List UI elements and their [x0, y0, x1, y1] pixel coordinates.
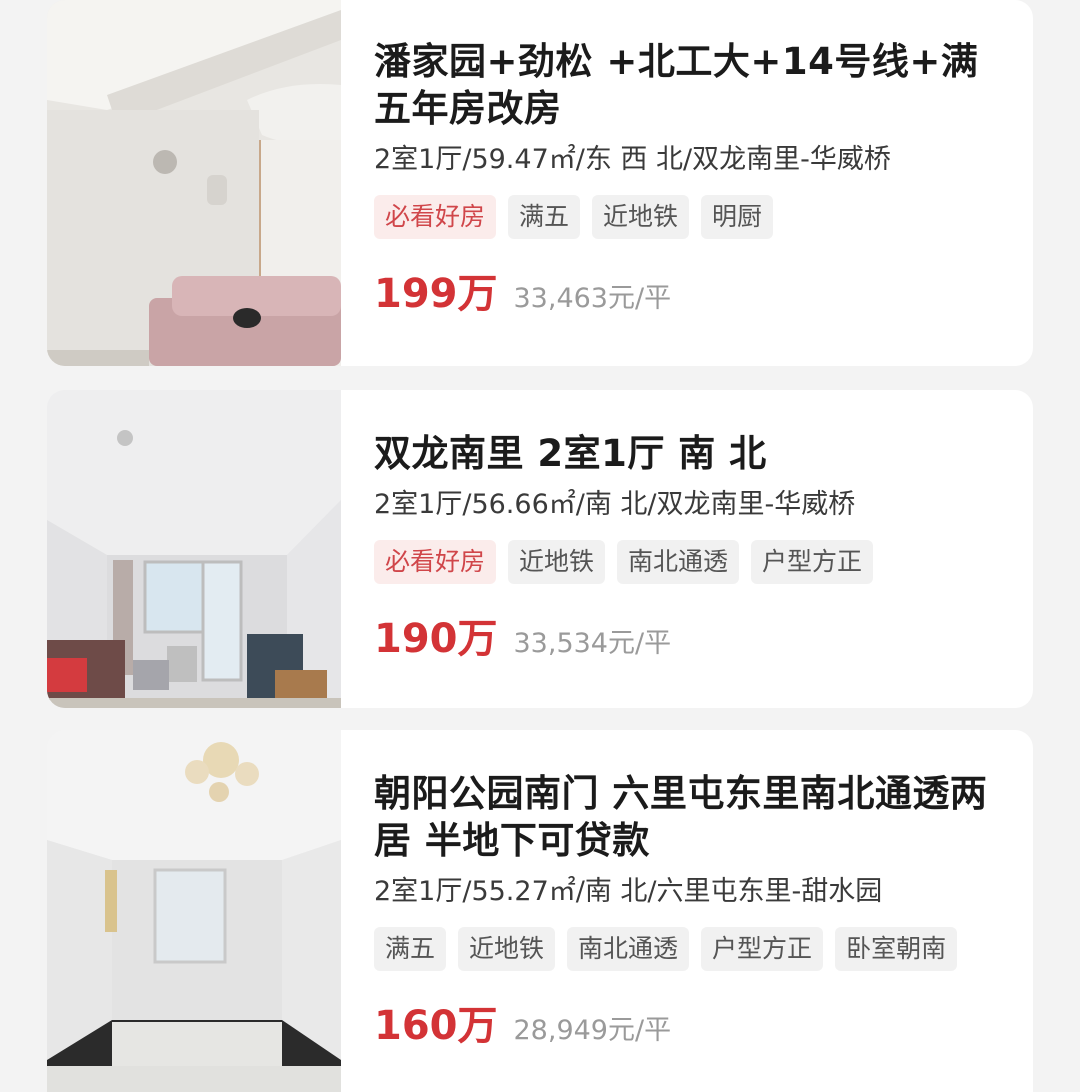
unit-price: 28,949元/平	[513, 1015, 672, 1046]
tag-must-see: 必看好房	[374, 540, 497, 584]
listing-title[interactable]: 朝阳公园南门 六里屯东里南北通透两居 半地下可贷款	[374, 770, 1003, 864]
listing-info: 双龙南里 2室1厅 南 北 2室1厅/56.66㎡/南 北/双龙南里-华威桥 必…	[341, 390, 1033, 708]
tag: 户型方正	[701, 927, 824, 971]
price-row: 190万 33,534元/平	[374, 606, 1003, 664]
listing-info: 朝阳公园南门 六里屯东里南北通透两居 半地下可贷款 2室1厅/55.27㎡/南 …	[341, 730, 1033, 1092]
tag: 近地铁	[592, 195, 690, 239]
room-photo-2	[47, 390, 341, 708]
listing-meta: 2室1厅/56.66㎡/南 北/双龙南里-华威桥	[374, 489, 856, 520]
listing-meta: 2室1厅/59.47㎡/东 西 北/双龙南里-华威桥	[374, 144, 891, 175]
tag-must-see: 必看好房	[374, 195, 497, 239]
listing-card[interactable]: 朝阳公园南门 六里屯东里南北通透两居 半地下可贷款 2室1厅/55.27㎡/南 …	[47, 730, 1033, 1092]
tag: 户型方正	[751, 540, 874, 584]
listing-tags: 必看好房 近地铁 南北通透 户型方正	[374, 540, 1003, 584]
room-photo-1	[47, 0, 341, 366]
listing-title[interactable]: 双龙南里 2室1厅 南 北	[374, 430, 1003, 477]
listing-tags: 必看好房 满五 近地铁 明厨	[374, 195, 1003, 239]
price-row: 160万 28,949元/平	[374, 993, 1003, 1051]
tag: 南北通透	[617, 540, 740, 584]
listing-tags: 满五 近地铁 南北通透 户型方正 卧室朝南	[374, 927, 1003, 971]
tag: 卧室朝南	[835, 927, 958, 971]
listing-card[interactable]: 潘家园+劲松 +北工大+14号线+满五年房改房 2室1厅/59.47㎡/东 西 …	[47, 0, 1033, 366]
listing-meta: 2室1厅/55.27㎡/南 北/六里屯东里-甜水园	[374, 876, 883, 907]
unit-price: 33,463元/平	[513, 283, 672, 314]
tag: 近地铁	[508, 540, 606, 584]
unit-price: 33,534元/平	[513, 628, 672, 659]
tag: 满五	[508, 195, 581, 239]
tag: 明厨	[701, 195, 774, 239]
total-price: 190万	[374, 616, 498, 662]
room-photo-3	[47, 730, 341, 1092]
listing-photo[interactable]	[47, 390, 341, 708]
listing-title[interactable]: 潘家园+劲松 +北工大+14号线+满五年房改房	[374, 38, 1003, 132]
tag: 满五	[374, 927, 447, 971]
listing-photo[interactable]	[47, 0, 341, 366]
total-price: 160万	[374, 1003, 498, 1049]
tag: 近地铁	[458, 927, 556, 971]
listing-photo[interactable]	[47, 730, 341, 1092]
price-row: 199万 33,463元/平	[374, 261, 1003, 319]
listing-info: 潘家园+劲松 +北工大+14号线+满五年房改房 2室1厅/59.47㎡/东 西 …	[341, 0, 1033, 366]
listing-card[interactable]: 双龙南里 2室1厅 南 北 2室1厅/56.66㎡/南 北/双龙南里-华威桥 必…	[47, 390, 1033, 708]
total-price: 199万	[374, 271, 498, 317]
tag: 南北通透	[567, 927, 690, 971]
